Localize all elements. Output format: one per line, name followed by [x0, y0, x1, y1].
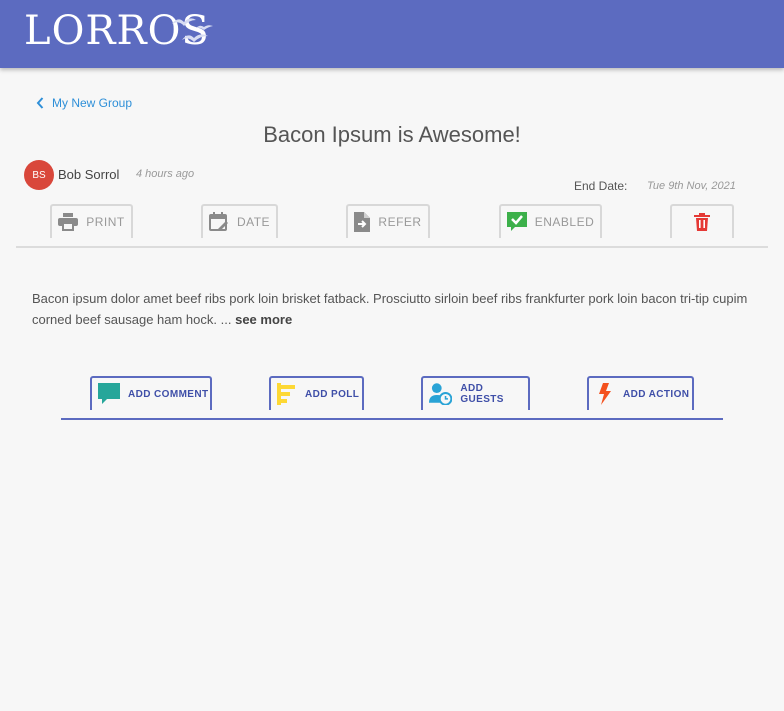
seagulls-icon [172, 18, 213, 42]
calendar-edit-icon [208, 212, 228, 231]
refer-label: REFER [378, 215, 422, 229]
comment-icon [98, 383, 120, 404]
enabled-label: ENABLED [534, 215, 595, 229]
post-timestamp: 4 hours ago [136, 168, 195, 180]
print-label: PRINT [86, 215, 125, 229]
author-name[interactable]: Bob Sorrol [58, 167, 119, 182]
lightning-icon [599, 383, 611, 405]
post-body-text: Bacon ipsum dolor amet beef ribs pork lo… [32, 291, 748, 327]
date-label: DATE [236, 215, 271, 229]
checkbox-check-icon [506, 212, 527, 231]
see-more-link[interactable]: see more [235, 312, 292, 327]
date-button[interactable]: DATE [201, 204, 278, 238]
print-icon [58, 213, 79, 231]
add-action-button[interactable]: ADD ACTION [587, 376, 694, 410]
add-guests-label: ADD GUESTS [460, 383, 504, 405]
print-button[interactable]: PRINT [50, 204, 133, 238]
add-poll-label: ADD POLL [305, 388, 360, 400]
enabled-toggle-button[interactable]: ENABLED [499, 204, 602, 238]
post-title: Bacon Ipsum is Awesome! [263, 122, 521, 147]
author-avatar[interactable]: BS [24, 160, 54, 190]
refer-button[interactable]: REFER [346, 204, 430, 238]
add-action-label: ADD ACTION [623, 388, 690, 400]
trash-icon [694, 213, 710, 231]
add-comment-button[interactable]: ADD COMMENT [90, 376, 212, 410]
delete-button[interactable] [670, 204, 734, 238]
end-date-value: Tue 9th Nov, 2021 [647, 180, 736, 192]
add-guests-button[interactable]: ADD GUESTS [421, 376, 530, 410]
actions-divider [61, 418, 723, 420]
chevron-left-icon [36, 97, 44, 109]
add-poll-button[interactable]: ADD POLL [269, 376, 364, 410]
poll-icon [277, 383, 295, 405]
file-forward-icon [354, 212, 371, 232]
user-clock-icon [429, 383, 453, 405]
back-link-label: My New Group [52, 96, 133, 110]
add-comment-label: ADD COMMENT [128, 388, 209, 400]
post-body: Bacon ipsum dolor amet beef ribs pork lo… [32, 288, 756, 330]
end-date-label: End Date: [574, 179, 628, 193]
back-to-group-link[interactable]: My New Group [36, 96, 132, 110]
top-app-bar: LORROS [0, 0, 784, 68]
lorros-logo[interactable]: LORROS [24, 6, 213, 56]
toolbar-divider [16, 246, 768, 248]
